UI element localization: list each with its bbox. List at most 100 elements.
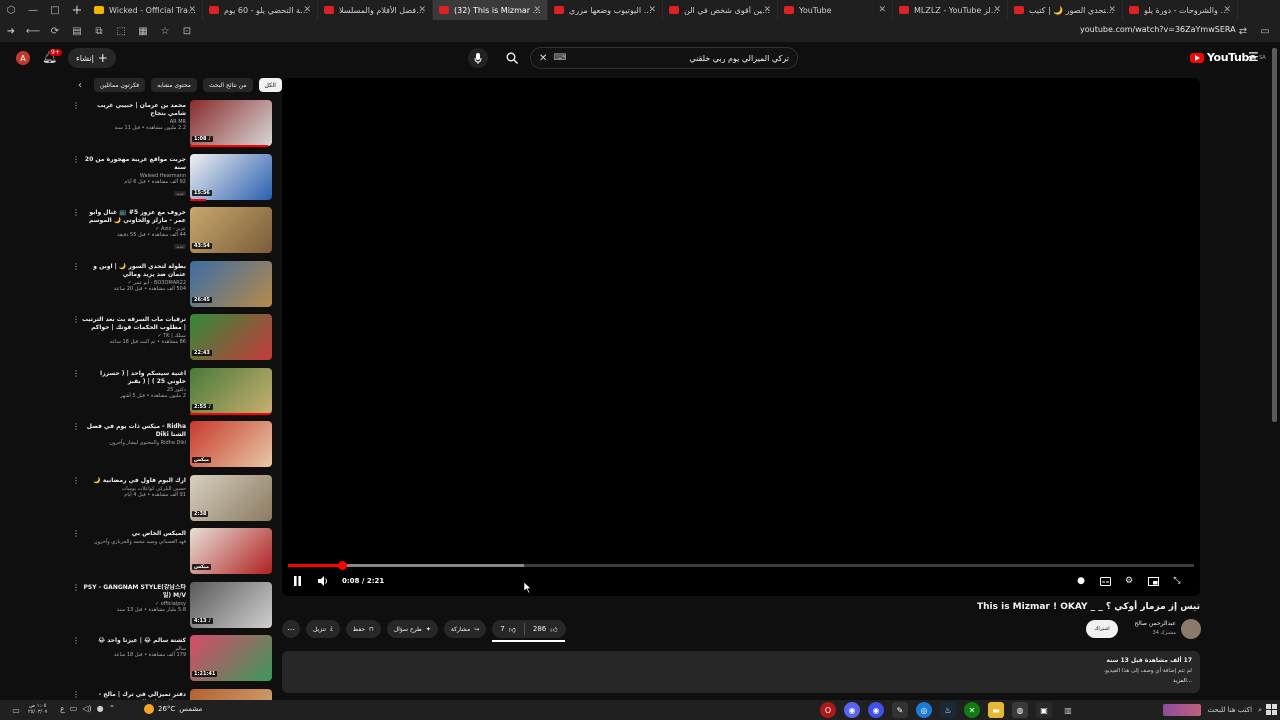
related-video-title[interactable]: Ridha - ميكس ذات يوم في فصل الشتا Diki <box>80 423 186 439</box>
subscribe-button[interactable]: اشتراك <box>1086 620 1118 638</box>
related-video-item[interactable]: ⋮ جربت مواقع غريبة مهجورة من 20 سنة Waleed… <box>66 153 276 204</box>
like-button[interactable]: 286 👍︎ <box>525 620 566 638</box>
chip-from-search[interactable]: من نتائج البحث <box>203 78 253 92</box>
volume-icon[interactable] <box>316 574 330 588</box>
reload-icon[interactable]: ⟳ <box>44 20 66 42</box>
related-video-title[interactable]: ارك اليوم فاول في رمضانية 🌙 <box>80 477 186 485</box>
account-avatar[interactable]: A <box>16 51 30 65</box>
related-video-item[interactable]: ⋮ ترقيات ماب السرقة بث بعد الترتيب | مطلو… <box>66 314 276 364</box>
chips-scroll-left-icon[interactable]: ‹ <box>78 80 82 91</box>
show-more-link[interactable]: ...المزيد <box>1173 678 1192 684</box>
related-video-title[interactable]: جربت مواقع غريبة مهجورة من 20 سنة <box>80 156 186 172</box>
browser-tab[interactable]: MLZLZ - YouTube مازلز ✕ <box>893 0 1008 20</box>
browser-tab[interactable]: Wicked - Official Trailer 2 | IM...✕ <box>88 0 203 20</box>
related-video-item[interactable]: ⋮ بطولة لتحدي السور 🌙 | اوبن و عثمان ضد ي… <box>66 260 276 311</box>
settings-gear-icon[interactable]: ⚙ <box>1122 574 1136 588</box>
dislike-button[interactable]: 7 👎︎ <box>492 620 524 638</box>
keyboard-icon[interactable]: ⌨ <box>553 53 566 63</box>
volume-tray-icon[interactable]: ◁) <box>82 704 91 713</box>
tab-close-icon[interactable]: ✕ <box>533 5 541 15</box>
create-button[interactable]: إنشاء + <box>68 48 116 68</box>
ask-button[interactable]: طرح سؤال ✦ <box>386 620 438 638</box>
browser-tab[interactable]: شاهد أفضل الأفلام والمسلسلا...✕ <box>318 0 433 20</box>
tab-close-icon[interactable]: ✕ <box>418 5 426 15</box>
related-video-item[interactable]: ⋮ الميكس الخاص بي فهد العسباني وسيد محمد و… <box>66 528 276 578</box>
tab-close-icon[interactable]: ✕ <box>188 5 196 15</box>
taskbar-clock[interactable]: ١:٠٥ ص ٢٥/٠٣/٠٧ <box>28 703 47 715</box>
related-video-title[interactable]: ترقيات ماب السرقة بث بعد الترتيب | مطلوب… <box>80 316 186 332</box>
related-video-item[interactable]: ⋮ كشتة سالم 😂 | عيزنا واحد 😂 سالم 179 ألف م… <box>66 635 276 685</box>
search-icon[interactable] <box>502 48 522 68</box>
media-app-icon[interactable]: ◎ <box>916 702 932 718</box>
voice-search-mic-icon[interactable] <box>468 48 488 68</box>
weather-widget[interactable]: 26°C مشمس <box>144 704 202 714</box>
download-button[interactable]: تنزيل ⤓ <box>306 620 340 638</box>
related-video-item[interactable]: ⋮ PSY - GANGNAM STYLE(강남스타일) M/V officialp… <box>66 581 276 632</box>
related-video-item[interactable]: ⋮ خروف مع عزوز 5# 📺 غنال وابو عمر - مازلز… <box>66 207 276 257</box>
chip-similar-creators[interactable]: فكرتون مماثلين <box>94 78 146 92</box>
related-video-title[interactable]: دفتر تميزالي في ترك | مالج - زرساك هيا و… <box>80 691 186 701</box>
more-options-icon[interactable]: ⋮ <box>72 690 80 698</box>
back-icon[interactable]: ➜ <box>0 20 22 42</box>
minimize-icon[interactable]: — <box>22 0 44 20</box>
related-video-item[interactable]: ⋮دفتر تميزالي في ترك | مالج - زرساك هيا … <box>66 688 276 701</box>
related-video-item[interactable]: ⋮ محمد بن عرمان | حبيبي غريب شامي بنجاح AR… <box>66 100 276 150</box>
related-video-channel[interactable]: Ridha Diki والمحتوى ليشار وآخرون <box>80 440 186 446</box>
save-button[interactable]: حفظ ⊓ <box>345 620 381 638</box>
cast-icon[interactable]: ▭ <box>1254 20 1276 42</box>
chrome-app-icon[interactable]: ◍ <box>1012 702 1028 718</box>
more-options-icon[interactable]: ⋮ <box>72 637 80 645</box>
opera-app-icon[interactable]: O <box>820 702 836 718</box>
more-options-icon[interactable]: ⋮ <box>72 530 80 538</box>
extensions-icon[interactable]: ⬚ <box>110 20 132 42</box>
related-video-title[interactable]: اغنية سيسكم واحد | ( حسرزاً خلوني 25 ) |… <box>80 370 186 386</box>
clear-search-icon[interactable]: ✕ <box>539 53 547 64</box>
page-scrollbar[interactable] <box>1272 48 1277 422</box>
browser-tab[interactable]: الدروس والشروحات - دورة يلو...✕ <box>1123 0 1238 20</box>
more-options-icon[interactable]: ⋮ <box>72 209 80 217</box>
tab-close-icon[interactable]: ✕ <box>1108 5 1116 15</box>
related-video-title[interactable]: الميكس الخاص بي <box>80 530 186 538</box>
favorite-star-icon[interactable]: ☆ <box>154 20 176 42</box>
screenshot-icon[interactable]: ⊡ <box>176 20 198 42</box>
translate-icon[interactable]: ⇄ <box>1232 20 1254 42</box>
browser-menu-icon[interactable]: ⬡ <box>0 0 22 20</box>
language-icon[interactable]: ع <box>60 704 65 713</box>
progress-bar[interactable] <box>288 561 1194 570</box>
related-video-title[interactable]: PSY - GANGNAM STYLE(강남스타일) M/V <box>80 584 186 600</box>
task-view-icon[interactable]: ▥ <box>1060 702 1076 718</box>
chip-related-content[interactable]: محتوى مشابه <box>151 78 198 92</box>
chip-all[interactable]: الكل <box>258 78 282 92</box>
scrubber-handle[interactable] <box>338 561 347 570</box>
windows-start-icon[interactable] <box>1266 704 1277 715</box>
maximize-icon[interactable]: □ <box>44 0 66 20</box>
discord-app-icon[interactable]: ◉ <box>844 702 860 718</box>
more-options-icon[interactable]: ⋮ <box>72 262 80 270</box>
copy-icon[interactable]: ⧉ <box>88 20 110 42</box>
more-options-icon[interactable]: ⋮ <box>72 369 80 377</box>
related-video-item[interactable]: ⋮ Ridha - ميكس ذات يوم في فصل الشتا Diki R… <box>66 421 276 471</box>
related-video-title[interactable]: بطولة لتحدي السور 🌙 | اوبن و عثمان ضد يز… <box>80 263 186 279</box>
address-bar-url[interactable]: youtube.com/watch?v=36ZaYmwSERA <box>1080 25 1236 34</box>
mic-tray-icon[interactable]: ● <box>97 704 104 713</box>
steam-app-icon[interactable]: ♨ <box>940 702 956 718</box>
store-app-icon[interactable]: ▣ <box>1036 702 1052 718</box>
network-icon[interactable]: ▭ <box>70 704 78 713</box>
browser-tab[interactable]: خطة التحضي يلو - 60 يوم ✕ <box>203 0 318 20</box>
file-explorer-icon[interactable]: ▬ <box>988 702 1004 718</box>
tool-app-icon[interactable]: ✎ <box>892 702 908 718</box>
browser-tab[interactable]: YouTube ✕ <box>778 0 893 20</box>
more-options-icon[interactable]: ⋮ <box>72 423 80 431</box>
related-video-title[interactable]: خروف مع عزوز 5# 📺 غنال وابو عمر - مازلز … <box>80 209 186 225</box>
taskbar-search[interactable]: اكتب هنا للبحث ⌕ <box>1112 703 1262 717</box>
tab-close-icon[interactable]: ✕ <box>993 5 1001 15</box>
tray-overflow-icon[interactable]: ⌃ <box>109 704 116 713</box>
discord-alt-app-icon[interactable]: ◉ <box>868 702 884 718</box>
new-tab-button[interactable]: + <box>66 0 88 20</box>
related-video-title[interactable]: كشتة سالم 😂 | عيزنا واحد 😂 <box>80 637 186 645</box>
tab-close-icon[interactable]: ✕ <box>648 5 656 15</box>
xbox-app-icon[interactable]: ✕ <box>964 702 980 718</box>
autoplay-toggle-icon[interactable]: ● <box>1074 574 1088 588</box>
more-actions-icon[interactable]: ⋯ <box>282 620 300 638</box>
share-button[interactable]: مشاركة ↪ <box>443 620 487 638</box>
